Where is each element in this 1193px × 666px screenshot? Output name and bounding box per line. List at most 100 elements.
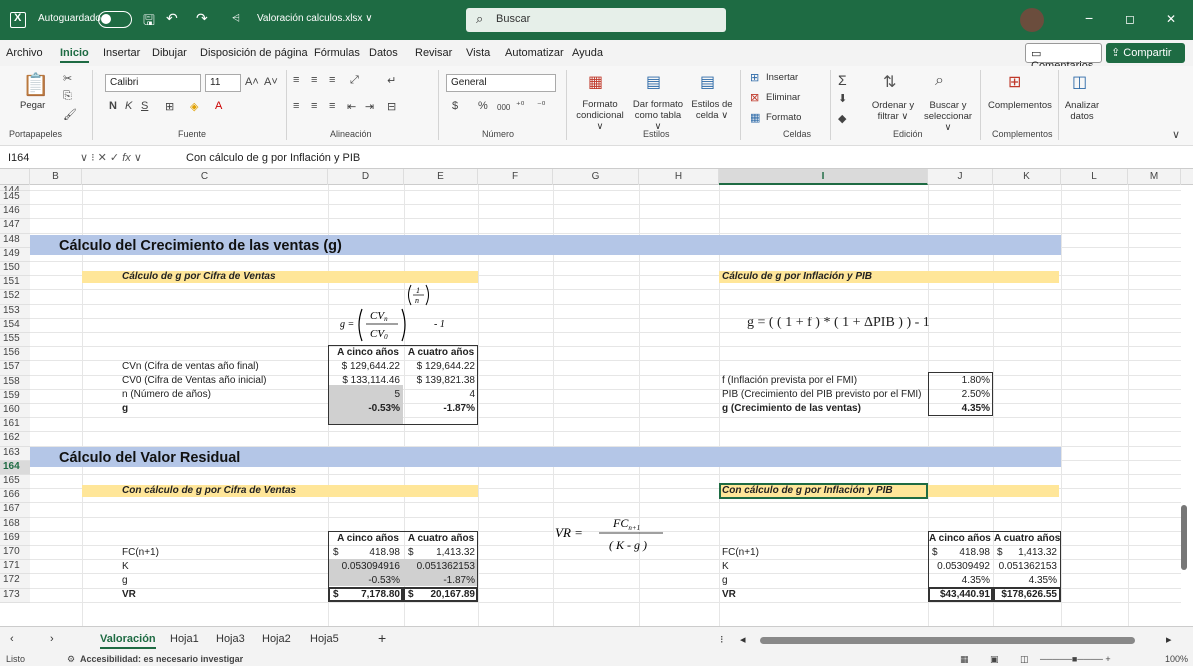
row-header[interactable]: 153 <box>0 304 30 319</box>
increase-decimal-icon[interactable]: ⁺⁰ <box>516 100 524 111</box>
row-header[interactable]: 146 <box>0 205 30 220</box>
thousands-icon[interactable]: 000 <box>497 103 510 112</box>
menu-archivo[interactable]: Archivo <box>6 47 43 59</box>
insert-cells-label[interactable]: Insertar <box>766 72 798 83</box>
avatar[interactable] <box>1020 8 1044 32</box>
cell-g2-5[interactable]: -0.53% <box>330 575 400 587</box>
col-header-h[interactable]: H <box>639 169 719 185</box>
normal-view-icon[interactable]: ▦ <box>960 654 969 665</box>
row-header[interactable]: 161 <box>0 418 30 433</box>
cell-n-4[interactable]: 4 <box>405 389 475 401</box>
undo-icon[interactable]: ↶ <box>166 10 178 27</box>
sheet-tab-hoja3[interactable]: Hoja3 <box>216 633 245 645</box>
row-header[interactable]: 150 <box>0 262 30 277</box>
next-sheet-icon[interactable]: › <box>50 633 54 645</box>
menu-vista[interactable]: Vista <box>466 47 490 59</box>
addins-icon[interactable]: ⊞ <box>1008 72 1021 92</box>
cell-n-5[interactable]: 5 <box>330 389 400 401</box>
col-header-d[interactable]: D <box>328 169 404 185</box>
cell-styles-label[interactable]: Estilos de celda ∨ <box>690 99 734 121</box>
paste-icon[interactable]: 📋 <box>22 72 49 98</box>
col-header-i[interactable]: I <box>719 169 928 185</box>
cell-g-i4[interactable]: 4.35% <box>995 575 1057 587</box>
analyze-data-label[interactable]: Analizar datos <box>1064 100 1100 122</box>
vertical-scrollbar[interactable] <box>1181 505 1187 570</box>
format-cells-label[interactable]: Formato <box>766 112 801 123</box>
row-header[interactable]: 147 <box>0 219 30 234</box>
add-sheet-icon[interactable]: + <box>378 630 386 646</box>
menu-formulas[interactable]: Fórmulas <box>314 47 360 59</box>
cell-fc-i4[interactable]: 1,413.32 <box>1005 547 1057 559</box>
col-header-j[interactable]: J <box>928 169 993 185</box>
prev-sheet-icon[interactable]: ‹ <box>10 633 14 645</box>
row-header[interactable]: 156 <box>0 347 30 362</box>
align-right-icon[interactable]: ≡ <box>329 100 335 112</box>
clear-icon[interactable]: ◆ <box>838 112 846 125</box>
customize-toolbar-icon[interactable]: ⩤ <box>232 13 240 24</box>
menu-ayuda[interactable]: Ayuda <box>572 47 603 59</box>
comments-button[interactable]: ▭ Comentarios <box>1025 43 1102 72</box>
share-button[interactable]: ⇪ Compartir <box>1106 43 1185 63</box>
page-layout-icon[interactable]: ▣ <box>990 654 999 665</box>
menu-revisar[interactable]: Revisar <box>415 47 452 59</box>
row-header[interactable]: 159 <box>0 389 30 404</box>
col-header-b[interactable]: B <box>30 169 82 185</box>
currency-icon[interactable]: $ <box>452 100 458 112</box>
autosum-icon[interactable]: Σ <box>838 72 847 88</box>
find-select-icon[interactable]: ⌕ <box>935 72 944 90</box>
cut-icon[interactable]: ✂ <box>63 72 72 85</box>
menu-dibujar[interactable]: Dibujar <box>152 47 187 59</box>
row-header[interactable]: 167 <box>0 503 30 518</box>
file-name[interactable]: Valoración calculos.xlsx ∨ <box>257 13 373 24</box>
format-table-label[interactable]: Dar formato como tabla ∨ <box>630 99 686 132</box>
cell-pib[interactable]: 2.50% <box>930 389 990 401</box>
cell-g-4[interactable]: -1.87% <box>405 403 475 415</box>
formula-buttons[interactable]: ∨ ⁝ ✕ ✓ fx ∨ <box>80 151 142 164</box>
bold-icon[interactable]: N <box>109 100 117 112</box>
align-top-icon[interactable]: ≡ <box>293 74 299 86</box>
merge-center-icon[interactable]: ⊟ <box>387 100 396 113</box>
insert-cells-icon[interactable]: ⊞ <box>750 71 759 84</box>
search-box[interactable]: ⌕ Buscar <box>466 8 726 32</box>
row-header[interactable]: 162 <box>0 432 30 447</box>
select-all-corner[interactable] <box>0 169 30 185</box>
row-header[interactable]: 151 <box>0 276 30 291</box>
restore-button[interactable]: ◻ <box>1125 12 1135 26</box>
row-header[interactable]: 157 <box>0 361 30 376</box>
cell-vr-4[interactable]: 20,167.89 <box>420 589 476 601</box>
scroll-left-icon[interactable]: ◂ <box>740 633 746 646</box>
row-header[interactable]: 145 <box>0 191 30 206</box>
menu-insertar[interactable]: Insertar <box>103 47 140 59</box>
autosave-toggle[interactable] <box>98 11 132 28</box>
orientation-icon[interactable]: ⤢ <box>350 74 359 87</box>
find-select-label[interactable]: Buscar y seleccionar ∨ <box>920 100 976 133</box>
scroll-right-icon[interactable]: ▸ <box>1166 633 1172 646</box>
cell-fc-4[interactable]: 1,413.32 <box>420 547 475 559</box>
cell-cvn-4[interactable]: $ 129,644.22 <box>405 361 475 373</box>
row-header[interactable]: 154 <box>0 318 30 333</box>
col-header-c[interactable]: C <box>82 169 328 185</box>
cell-vr-5[interactable]: 7,178.80 <box>345 589 400 601</box>
row-header[interactable]: 166 <box>0 489 30 504</box>
decrease-decimal-icon[interactable]: ⁻⁰ <box>537 100 545 111</box>
sheet-tab-hoja2[interactable]: Hoja2 <box>262 633 291 645</box>
row-header[interactable]: 172 <box>0 574 30 589</box>
col-header-f[interactable]: F <box>478 169 553 185</box>
number-format-select[interactable]: General <box>446 74 556 92</box>
zoom-slider[interactable]: ─────■──── + <box>1040 654 1111 664</box>
row-header[interactable]: 171 <box>0 560 30 575</box>
save-icon[interactable]: 🖫 <box>143 10 155 34</box>
percent-icon[interactable]: % <box>478 100 488 112</box>
menu-disposicion[interactable]: Disposición de página <box>200 47 308 59</box>
col-header-m[interactable]: M <box>1128 169 1181 185</box>
row-header[interactable]: 155 <box>0 333 30 348</box>
row-header[interactable]: 168 <box>0 517 30 532</box>
fill-color-icon[interactable]: ◈ <box>190 100 198 113</box>
conditional-format-icon[interactable]: ▦ <box>588 72 603 92</box>
cell-cv0-5[interactable]: $ 133,114.46 <box>330 375 400 387</box>
sheet-tab-hoja5[interactable]: Hoja5 <box>310 633 339 645</box>
cell-g2-4[interactable]: -1.87% <box>405 575 475 587</box>
cell-g-i5[interactable]: 4.35% <box>930 575 990 587</box>
align-middle-icon[interactable]: ≡ <box>311 74 317 86</box>
font-color-icon[interactable]: A <box>215 100 222 112</box>
